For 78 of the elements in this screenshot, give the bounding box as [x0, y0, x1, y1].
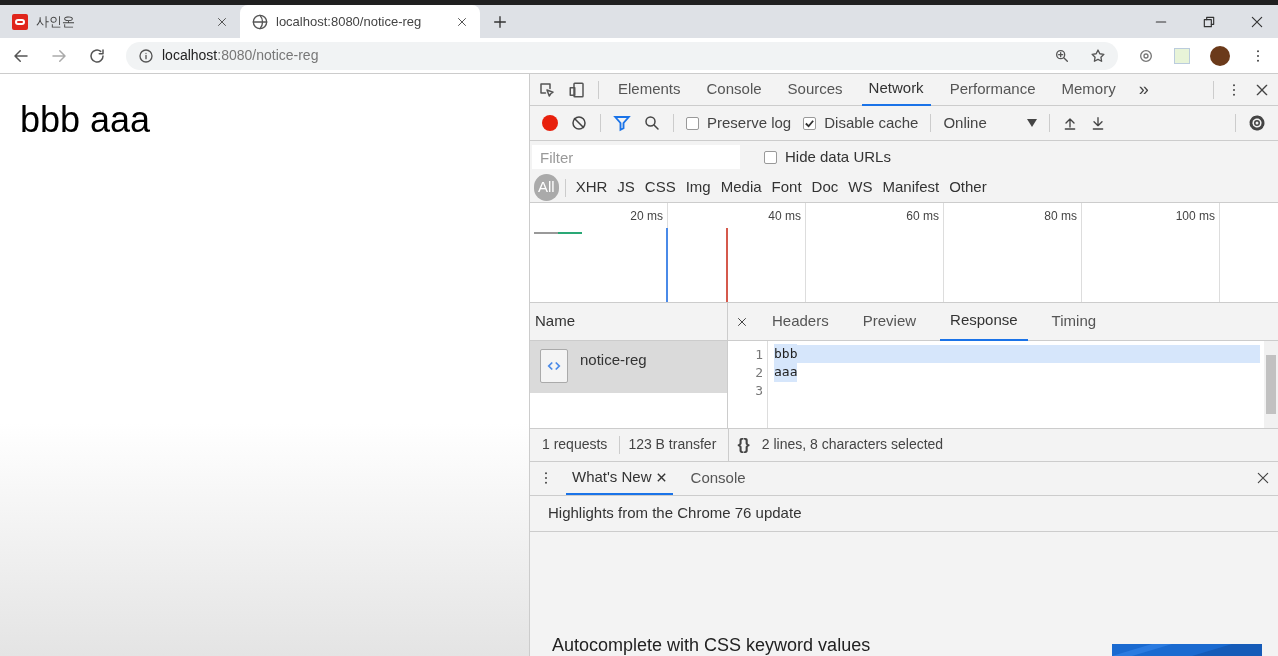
devtools-tab[interactable]: Memory	[1054, 73, 1123, 106]
devtools-tab[interactable]: Performance	[942, 73, 1043, 106]
time-tick: 80 ms	[1044, 208, 1077, 221]
caret-icon	[1027, 119, 1038, 127]
close-icon[interactable]	[456, 15, 468, 28]
info-icon[interactable]	[138, 47, 154, 64]
option-label: Hide data URLs	[785, 146, 891, 167]
pretty-print-button[interactable]: {}	[729, 432, 758, 457]
url-text: localhost:8080/notice-reg	[162, 46, 319, 65]
search-icon[interactable]	[643, 114, 661, 132]
detail-tab[interactable]: Headers	[762, 302, 839, 341]
time-tick: 20 ms	[630, 208, 663, 221]
type-filter[interactable]: Other	[945, 174, 991, 201]
clear-icon[interactable]	[570, 114, 588, 132]
type-filter[interactable]: Font	[767, 174, 806, 201]
close-icon[interactable]	[1256, 471, 1270, 485]
tab-title: localhost:8080/notice-reg	[276, 12, 423, 31]
request-row[interactable]: notice-reg	[530, 341, 727, 393]
type-filter[interactable]: Media	[716, 174, 766, 201]
page-text: bbb aaa	[20, 102, 152, 138]
type-filter[interactable]: CSS	[640, 174, 680, 201]
detail-tab[interactable]: Timing	[1041, 302, 1107, 341]
checkbox[interactable]	[764, 150, 777, 164]
star-icon[interactable]	[1090, 47, 1106, 64]
line-number: 1	[755, 346, 763, 363]
type-filter[interactable]: WS	[844, 174, 877, 201]
browser-tab[interactable]: localhost:8080/notice-reg	[240, 5, 480, 38]
drawer-tab[interactable]: What's New	[566, 461, 673, 495]
filter-field[interactable]: Filter	[532, 145, 740, 169]
feature-title: Autocomplete with CSS keyword values	[552, 634, 871, 656]
settings-icon[interactable]	[1248, 114, 1266, 132]
close-icon[interactable]	[1250, 14, 1264, 29]
type-filter[interactable]: Img	[681, 174, 715, 201]
column-header: Name	[535, 311, 575, 332]
devtools-tab[interactable]: Elements	[611, 73, 688, 106]
more-tabs-button[interactable]: »	[1134, 76, 1153, 103]
globe-icon[interactable]	[252, 13, 268, 30]
devtools-tab[interactable]: Console	[699, 73, 769, 106]
close-icon[interactable]	[216, 15, 228, 28]
devtools-tab[interactable]: Sources	[780, 73, 850, 106]
site-icon	[12, 13, 28, 30]
time-tick: 60 ms	[906, 208, 939, 221]
close-icon[interactable]	[655, 471, 667, 483]
time-tick: 40 ms	[768, 208, 801, 221]
inspect-icon[interactable]	[538, 80, 556, 99]
time-tick: 100 ms	[1175, 208, 1215, 221]
checkbox[interactable]	[803, 116, 817, 130]
scrollbar[interactable]	[1264, 341, 1278, 428]
restore-icon[interactable]	[1202, 14, 1216, 29]
request-count: 1 requests	[541, 435, 609, 454]
type-filter[interactable]: Doc	[807, 174, 843, 201]
line-number: 2	[755, 364, 763, 381]
new-tab-icon[interactable]	[492, 13, 508, 30]
avatar-icon[interactable]	[1210, 45, 1230, 66]
type-filter[interactable]: Manifest	[878, 174, 944, 201]
request-name: notice-reg	[580, 350, 647, 370]
address-bar[interactable]: localhost:8080/notice-reg	[126, 41, 1118, 70]
tab-title: 사인온	[36, 12, 76, 31]
throttle-select[interactable]: Online	[943, 111, 1038, 135]
option-label: Preserve log	[707, 112, 792, 133]
close-icon[interactable]	[736, 315, 748, 328]
zoom-icon[interactable]	[1054, 47, 1070, 64]
option-label: Disable cache	[824, 112, 919, 133]
detail-tab[interactable]: Preview	[852, 302, 927, 341]
transfer-size: 123 B transfer	[627, 435, 718, 454]
drawer-tab[interactable]: Console	[684, 461, 752, 495]
checkbox[interactable]	[686, 116, 699, 130]
line-number: 3	[755, 382, 763, 399]
device-icon[interactable]	[568, 80, 586, 99]
reload-icon[interactable]	[88, 46, 106, 65]
devtools-tab[interactable]: Network	[861, 73, 931, 106]
document-icon	[540, 349, 568, 383]
type-filter[interactable]: XHR	[571, 174, 612, 201]
selection-status: 2 lines, 8 characters selected	[760, 435, 945, 454]
record-icon[interactable]	[542, 115, 558, 131]
type-filter[interactable]: JS	[613, 174, 639, 201]
whats-new-headline: Highlights from the Chrome 76 update	[548, 502, 802, 523]
filter-icon[interactable]	[613, 114, 631, 132]
